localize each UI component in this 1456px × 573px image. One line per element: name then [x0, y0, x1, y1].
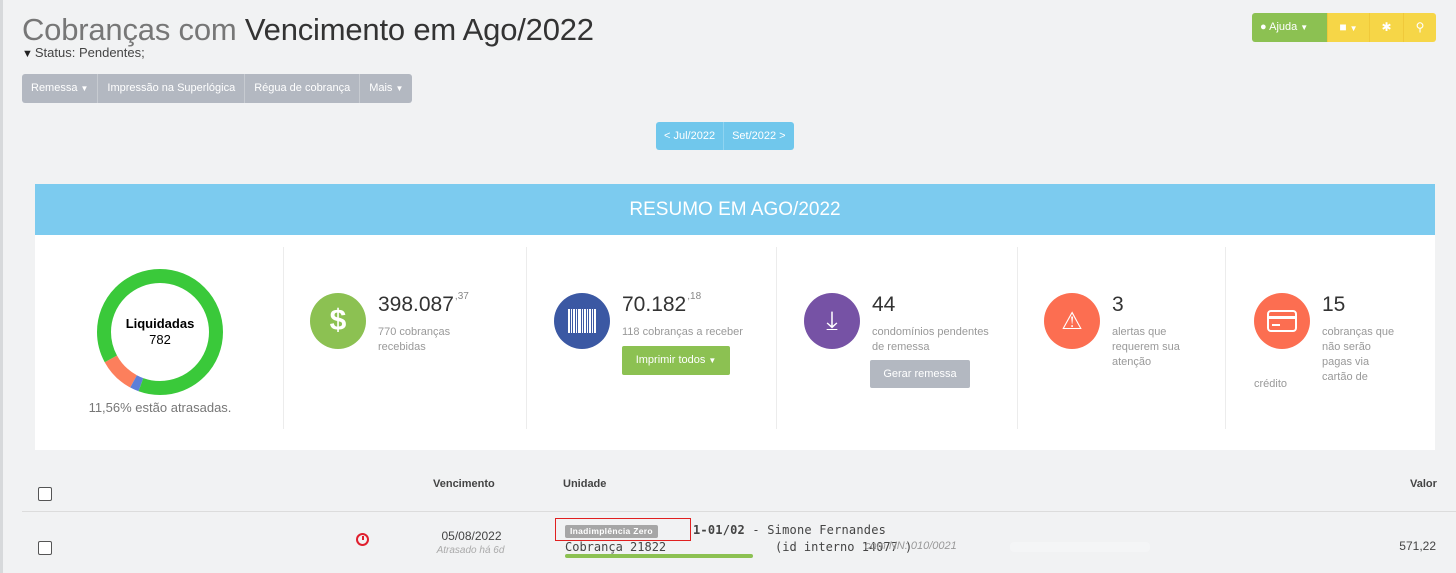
unit-name: - Simone Fernandes	[744, 523, 887, 537]
donut-label-count: 782	[149, 332, 171, 347]
chevron-down-icon: ▼	[80, 84, 89, 93]
remessa-desc: condomínios pendentes de remessa	[872, 326, 989, 353]
help-dropdown[interactable]: ● Ajuda ▼	[1252, 13, 1327, 42]
redacted-text	[1010, 542, 1150, 552]
search-button[interactable]: ⚲	[1403, 13, 1436, 42]
a-receber-cents: ,18	[687, 291, 702, 302]
filter-text: Status: Pendentes;	[34, 45, 145, 60]
row-date: 05/08/2022	[441, 529, 502, 543]
col-unidade[interactable]: Unidade	[563, 478, 606, 490]
month-pager: < Jul/2022 Set/2022 >	[656, 122, 794, 150]
print-dropdown[interactable]: ■ ▼	[1327, 13, 1369, 42]
row-nn: com NN: 010/0021	[865, 540, 957, 552]
print-icon: ■	[1339, 20, 1347, 34]
remessa-dropdown[interactable]: Remessa ▼	[22, 74, 99, 103]
credit-card-icon	[1254, 293, 1310, 349]
recebidas-desc: 770 cobranças recebidas	[378, 326, 451, 353]
chevron-down-icon: ▼	[395, 84, 404, 93]
liquidadas-donut[interactable]: Liquidadas 782	[97, 269, 223, 395]
a-receber-value: 70.182,18	[622, 291, 702, 317]
row-cobranca[interactable]: Cobrança 21822	[565, 540, 666, 554]
play-circle-icon: ●	[1260, 21, 1267, 33]
chevron-down-icon: ▼	[1300, 23, 1309, 32]
page-title: Cobranças com Vencimento em Ago/2022	[22, 12, 594, 48]
chevron-down-icon: ▼	[708, 356, 717, 365]
recebidas-value: 398.087,37	[378, 291, 469, 317]
divider	[526, 247, 527, 429]
donut-label: Liquidadas 782	[97, 316, 223, 347]
page-title-part1: Cobranças com	[22, 12, 237, 47]
divider	[1225, 247, 1226, 429]
col-vencimento[interactable]: Vencimento	[433, 478, 495, 490]
alertas-value: 3	[1112, 293, 1124, 316]
warning-icon: ⚠	[1044, 293, 1100, 349]
top-actions: ● Ajuda ▼ ■ ▼ ✱ ⚲	[1252, 13, 1436, 42]
next-month-button[interactable]: Set/2022 >	[724, 122, 794, 150]
row-checkbox[interactable]	[38, 541, 52, 555]
prev-month-button[interactable]: < Jul/2022	[656, 122, 725, 150]
donut-label-title: Liquidadas	[125, 316, 195, 331]
imprimir-todos-button[interactable]: Imprimir todos ▼	[622, 346, 730, 375]
status-filter: ▼ Status: Pendentes;	[22, 45, 145, 60]
highlight-box	[555, 518, 691, 541]
imprimir-todos-label: Imprimir todos	[635, 354, 706, 366]
select-all-checkbox[interactable]	[38, 487, 52, 501]
divider	[776, 247, 777, 429]
action-toolbar: Remessa ▼ Impressão na Superlógica Régua …	[22, 74, 413, 103]
cartao-desc: cobranças que não serão pagas via cartão…	[1322, 326, 1395, 383]
table-row[interactable]: 05/08/2022 Atrasado há 6d Inadimplência …	[0, 512, 1456, 573]
recebidas-amount: 398.087	[378, 293, 454, 316]
row-progress-bar	[565, 554, 753, 558]
cartao-value: 15	[1322, 293, 1346, 316]
barcode-icon	[554, 293, 610, 349]
remessa-label: Remessa	[31, 82, 78, 94]
clock-icon	[356, 533, 369, 546]
a-receber-amount: 70.182	[622, 293, 687, 316]
mais-label: Mais	[369, 82, 393, 94]
download-tray-icon: ⤓	[804, 293, 860, 349]
row-valor: 571,22	[1399, 539, 1436, 553]
recebidas-cents: ,37	[454, 291, 469, 302]
row-unit[interactable]: 1-01/02 - Simone Fernandes	[693, 523, 886, 537]
unit-code: 1-01/02	[693, 523, 745, 537]
chevron-down-icon: ▼	[1349, 24, 1358, 33]
impressao-button[interactable]: Impressão na Superlógica	[98, 74, 246, 103]
remessa-value: 44	[872, 293, 896, 316]
summary-title: RESUMO EM AGO/2022	[35, 184, 1435, 235]
mais-dropdown[interactable]: Mais ▼	[360, 74, 413, 103]
credit-card-svg	[1267, 310, 1297, 332]
summary-panel: RESUMO EM AGO/2022 Liquidadas 782 11,56%…	[35, 184, 1435, 450]
a-receber-desc: 118 cobranças a receber	[622, 326, 743, 338]
barcode-svg	[568, 309, 596, 333]
search-icon: ⚲	[1415, 20, 1425, 34]
filter-icon: ▼	[22, 48, 33, 60]
dollar-icon: $	[310, 293, 366, 349]
gerar-remessa-button[interactable]: Gerar remessa	[870, 360, 970, 388]
gear-icon: ✱	[1381, 20, 1392, 34]
settings-button[interactable]: ✱	[1369, 13, 1403, 42]
table-header: Vencimento Unidade Valor	[0, 470, 1456, 510]
page-title-part2: Vencimento em Ago/2022	[236, 12, 594, 47]
late-percentage: 11,56% estão atrasadas.	[88, 400, 232, 415]
alertas-desc: alertas que requerem sua atenção	[1112, 326, 1180, 368]
help-label: Ajuda	[1269, 21, 1298, 33]
cartao-desc-tail: crédito	[1254, 378, 1288, 390]
regua-button[interactable]: Régua de cobrança	[245, 74, 361, 103]
col-valor[interactable]: Valor	[1410, 478, 1437, 490]
divider	[1017, 247, 1018, 429]
row-late: Atrasado há 6d	[436, 545, 505, 556]
